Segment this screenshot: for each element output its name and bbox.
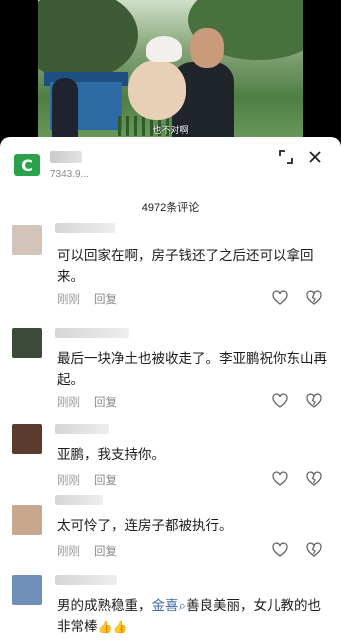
comment-text: 亚鹏，我支持你。 bbox=[57, 447, 165, 462]
comment-time: 刚刚 bbox=[57, 475, 80, 487]
comment-text: 可以回家在啊，房子钱还了之后还可以拿回来。 bbox=[57, 248, 314, 284]
comment-sheet: C 7343.9... 4972条评论 可以回家在啊，房子钱还了之后还可以拿回来… bbox=[0, 137, 341, 640]
sheet-header: C 7343.9... bbox=[0, 137, 341, 195]
child-hat bbox=[146, 36, 182, 62]
expand-icon[interactable] bbox=[277, 148, 295, 166]
search-icon: ⌕ bbox=[178, 598, 187, 613]
avatar[interactable] bbox=[12, 225, 42, 255]
broken-heart-icon[interactable] bbox=[306, 542, 322, 558]
broken-heart-icon[interactable] bbox=[306, 290, 322, 306]
avatar[interactable] bbox=[12, 575, 42, 605]
reply-button[interactable]: 回复 bbox=[94, 475, 117, 487]
comment-time: 刚刚 bbox=[57, 294, 80, 306]
video-subtitle: 也不对啊 bbox=[152, 125, 189, 135]
heart-icon[interactable] bbox=[272, 393, 288, 409]
comment-time: 刚刚 bbox=[57, 546, 80, 558]
comment-text: 男的成熟稳重，金喜⌕善良美丽，女儿教的也非常棒👍👍 bbox=[57, 595, 329, 638]
comment-count: 4972条评论 bbox=[141, 202, 200, 214]
username-blurred[interactable] bbox=[55, 328, 129, 338]
heart-icon[interactable] bbox=[272, 542, 288, 558]
comment-meta: 刚刚 回复 bbox=[57, 543, 117, 559]
username-blurred[interactable] bbox=[55, 495, 103, 505]
thumbs-up-icon: 👍👍 bbox=[97, 620, 128, 634]
avatar[interactable] bbox=[12, 424, 42, 454]
close-icon[interactable] bbox=[306, 148, 324, 166]
comment-text: 太可怜了，连房子都被执行。 bbox=[57, 518, 233, 533]
comment-meta: 刚刚 回复 bbox=[57, 472, 117, 488]
avatar[interactable] bbox=[12, 505, 42, 535]
reply-button[interactable]: 回复 bbox=[94, 546, 117, 558]
username-blurred[interactable] bbox=[55, 424, 109, 434]
broken-heart-icon[interactable] bbox=[306, 393, 322, 409]
video-player[interactable]: 也不对啊 bbox=[38, 0, 303, 140]
comment-text: 最后一块净土也被收走了。李亚鹏祝你东山再起。 bbox=[57, 351, 327, 387]
heart-icon[interactable] bbox=[272, 290, 288, 306]
broken-heart-icon[interactable] bbox=[306, 471, 322, 487]
child-figure bbox=[128, 60, 186, 120]
avatar[interactable] bbox=[12, 328, 42, 358]
mention-link[interactable]: 金喜 bbox=[152, 598, 179, 613]
username-blurred[interactable] bbox=[55, 575, 117, 585]
man-head bbox=[190, 28, 224, 68]
reply-button[interactable]: 回复 bbox=[94, 397, 117, 409]
heart-icon[interactable] bbox=[272, 471, 288, 487]
reply-button[interactable]: 回复 bbox=[94, 294, 117, 306]
comment-time: 刚刚 bbox=[57, 397, 80, 409]
comment-meta: 刚刚 回复 bbox=[57, 394, 117, 410]
author-subtitle: 7343.9... bbox=[50, 169, 89, 180]
author-logo-icon[interactable]: C bbox=[14, 154, 40, 176]
author-name-blurred bbox=[50, 151, 82, 163]
comment-meta: 刚刚 回复 bbox=[57, 291, 117, 307]
username-blurred[interactable] bbox=[55, 223, 115, 233]
comment-text-part: 男的成熟稳重， bbox=[57, 598, 152, 613]
tree-foliage bbox=[38, 0, 138, 80]
